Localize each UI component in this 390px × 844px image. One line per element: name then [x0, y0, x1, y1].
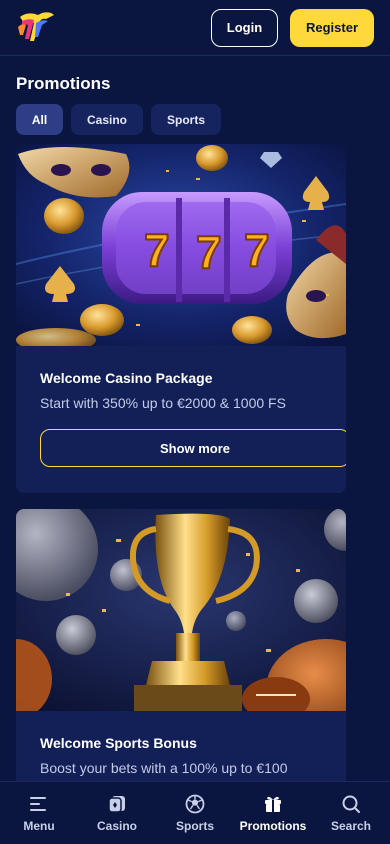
- soccer-ball-icon: [184, 793, 206, 815]
- tab-sports[interactable]: Sports: [151, 104, 221, 135]
- search-icon: [340, 793, 362, 815]
- page-title: Promotions: [16, 74, 111, 93]
- header: Login Register: [0, 0, 390, 56]
- menu-icon: [28, 793, 50, 815]
- promo-title: Welcome Sports Bonus: [40, 735, 197, 751]
- nav-label: Search: [330, 819, 372, 833]
- login-button[interactable]: Login: [211, 8, 278, 47]
- show-more-button[interactable]: Show more: [40, 429, 346, 467]
- promo-card-casino[interactable]: 7 7 7 Welcome Casino Package Start with …: [16, 144, 346, 493]
- gift-icon: [262, 793, 284, 815]
- brand-logo[interactable]: [16, 9, 56, 47]
- promo-description: Start with 350% up to €2000 & 1000 FS: [40, 395, 286, 411]
- nav-item-promotions[interactable]: Promotions: [237, 793, 309, 833]
- nav-item-menu[interactable]: Menu: [3, 793, 75, 833]
- casino-promo-image: 7 7 7: [16, 144, 346, 346]
- nav-label: Sports: [175, 819, 214, 833]
- nav-item-search[interactable]: Search: [315, 793, 387, 833]
- tab-all[interactable]: All: [16, 104, 63, 135]
- promo-title: Welcome Casino Package: [40, 370, 213, 386]
- nav-label: Menu: [23, 819, 55, 833]
- nav-label: Casino: [96, 819, 137, 833]
- promo-tabs: All Casino Sports: [16, 104, 221, 135]
- bottom-nav: Menu Casino Sports Promotions Search: [0, 781, 390, 844]
- casino-icon: [106, 793, 128, 815]
- nav-item-sports[interactable]: Sports: [159, 793, 231, 833]
- promo-description: Boost your bets with a 100% up to €100: [40, 760, 288, 776]
- casino-promo-body: Welcome Casino Package Start with 350% u…: [16, 346, 346, 491]
- sports-promo-image: [16, 509, 346, 711]
- app: Login Register Promotions All Casino Spo…: [0, 0, 390, 844]
- svg-text:7: 7: [196, 226, 222, 278]
- promo-card-sports[interactable]: Welcome Sports Bonus Boost your bets wit…: [16, 509, 346, 799]
- tab-casino[interactable]: Casino: [71, 104, 143, 135]
- svg-text:7: 7: [144, 224, 170, 276]
- nav-item-casino[interactable]: Casino: [81, 793, 153, 833]
- register-button[interactable]: Register: [290, 8, 374, 47]
- header-actions: Login Register: [211, 8, 374, 47]
- svg-text:7: 7: [244, 224, 270, 276]
- nav-label: Promotions: [239, 819, 307, 833]
